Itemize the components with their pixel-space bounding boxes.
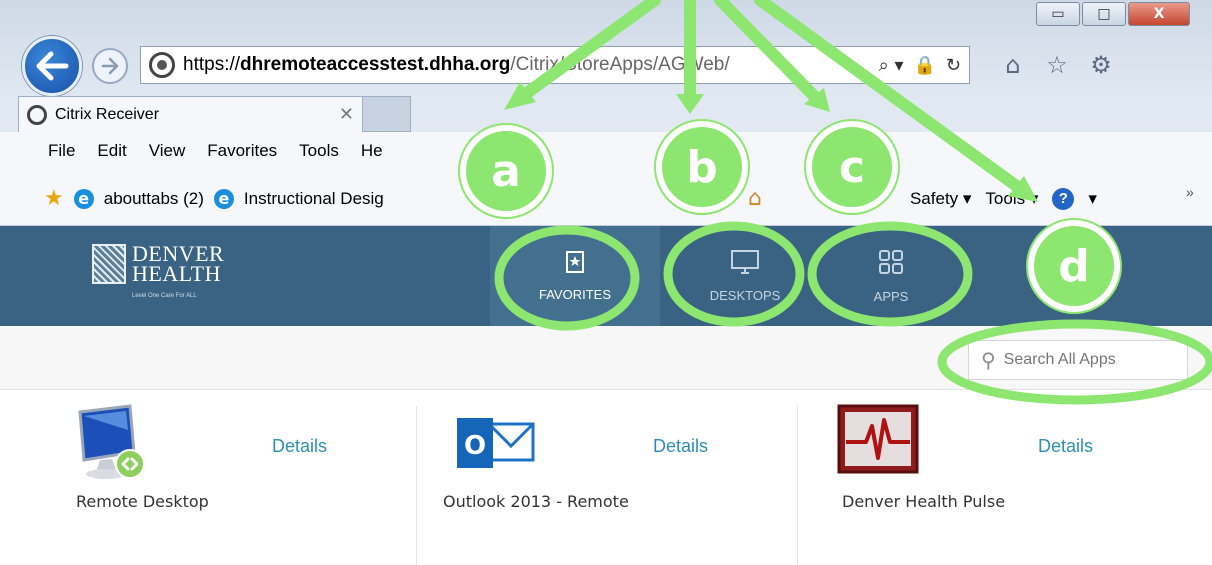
add-favorites-star-icon[interactable]: ★ — [44, 186, 64, 211]
tab-apps[interactable]: APPS — [826, 226, 956, 326]
tab-close-icon[interactable]: ✕ — [339, 104, 354, 125]
annotation-label-b: b — [656, 121, 748, 213]
logo-seal-icon — [92, 244, 126, 284]
apps-grid-icon — [879, 249, 903, 274]
annotation-label-a: a — [460, 125, 552, 217]
command-bar: ⌂ Safety ▾ Tools ▾ ? ▾ — [748, 186, 1097, 211]
url-host: dhremoteaccesstest.dhha.org — [240, 54, 511, 75]
tab-favicon-icon — [27, 104, 47, 125]
remote-desktop-icon — [78, 404, 145, 479]
denver-health-logo: DENVER HEALTH Level One Care For ALL — [92, 243, 224, 306]
details-link[interactable]: Details — [272, 436, 327, 457]
browser-chrome: ▭ □ X https://dhremoteaccesstest.dhha.or… — [0, 0, 1212, 226]
favorite-link-abouttabs[interactable]: abouttabs (2) — [104, 189, 204, 209]
browser-toolbar-icons: ⌂ ☆ ⚙ — [998, 50, 1116, 80]
monitor-icon — [731, 249, 759, 274]
menu-help[interactable]: He — [361, 141, 383, 161]
menu-favorites[interactable]: Favorites — [207, 141, 277, 161]
search-input[interactable] — [1003, 351, 1174, 369]
tab-desktops-label: DESKTOPS — [709, 287, 781, 303]
tab-desktops[interactable]: DESKTOPS — [670, 226, 820, 326]
menu-edit[interactable]: Edit — [97, 141, 126, 161]
menu-bar: File Edit View Favorites Tools He — [0, 132, 1212, 170]
app-tile-remote-desktop[interactable]: Remote Desktop Details — [0, 390, 416, 565]
close-window-button[interactable]: X — [1128, 2, 1190, 26]
ie-page-icon: e — [73, 188, 94, 209]
favorite-link-instructional-design[interactable]: Instructional Desig — [244, 189, 384, 209]
annotation-label-d: d — [1028, 220, 1120, 312]
menu-view[interactable]: View — [149, 141, 186, 161]
address-tools: ⌕ ▾ 🔒 ↻ — [879, 55, 961, 76]
annotation-label-c: c — [806, 121, 898, 213]
address-bar[interactable]: https://dhremoteaccesstest.dhha.org/Citr… — [140, 46, 970, 84]
tab-strip: Citrix Receiver ✕ — [18, 96, 411, 132]
app-name: Remote Desktop — [76, 492, 209, 511]
favorites-items: ★ e abouttabs (2) e Instructional Desig — [44, 186, 384, 211]
app-tile-denver-health-pulse[interactable]: Denver Health Pulse Details — [798, 390, 1212, 565]
address-url[interactable]: https://dhremoteaccesstest.dhha.org/Citr… — [183, 54, 879, 76]
app-name: Denver Health Pulse — [842, 492, 1006, 511]
tab-favorites-label: FAVORITES — [539, 286, 611, 302]
tools-menu[interactable]: Tools ▾ — [985, 189, 1038, 209]
help-icon[interactable]: ? — [1052, 187, 1075, 210]
back-arrow-icon — [36, 51, 69, 81]
new-tab-button[interactable] — [363, 96, 411, 132]
refresh-icon[interactable]: ↻ — [946, 55, 961, 76]
logo-tagline: Level One Care For ALL — [132, 293, 197, 299]
window-controls: ▭ □ X — [1036, 2, 1190, 26]
app-tile-outlook[interactable]: O Outlook 2013 - Remote Details — [417, 390, 797, 565]
tab-citrix-receiver[interactable]: Citrix Receiver ✕ — [18, 96, 363, 132]
app-grid: Remote Desktop Details O Outlook 2013 - … — [0, 390, 1212, 565]
logo-text: DENVER HEALTH Level One Care For ALL — [132, 243, 224, 306]
tab-title: Citrix Receiver — [55, 105, 160, 123]
search-icon: ⚲ — [981, 348, 996, 372]
help-dropdown-icon[interactable]: ▾ — [1088, 189, 1097, 209]
home-icon[interactable]: ⌂ — [748, 186, 762, 211]
favorites-star-icon[interactable]: ☆ — [1042, 50, 1072, 80]
minimize-button[interactable]: ▭ — [1036, 2, 1080, 26]
app-name: Outlook 2013 - Remote — [443, 492, 629, 511]
search-strip: ⚲ — [0, 326, 1212, 390]
forward-arrow-icon — [101, 57, 119, 75]
chevron-more-icon[interactable]: » — [1186, 184, 1194, 200]
svg-text:O: O — [464, 431, 486, 461]
outlook-icon: O — [457, 418, 535, 468]
url-protocol: https:// — [183, 54, 241, 75]
tab-favorites[interactable]: FAVORITES — [490, 226, 660, 326]
logo-line-2: HEALTH — [132, 261, 221, 286]
menu-file[interactable]: File — [48, 141, 75, 161]
search-dropdown-icon[interactable]: ⌕ ▾ — [879, 55, 904, 76]
forward-button[interactable] — [92, 48, 128, 84]
gear-icon[interactable]: ⚙ — [1086, 50, 1116, 80]
lock-icon[interactable]: 🔒 — [913, 55, 935, 76]
details-link[interactable]: Details — [653, 436, 708, 457]
back-button[interactable] — [22, 36, 82, 96]
site-icon — [149, 52, 175, 78]
safety-menu[interactable]: Safety ▾ — [910, 189, 971, 209]
favorites-bar: ★ e abouttabs (2) e Instructional Desig … — [0, 170, 1212, 226]
bookmark-star-icon — [566, 250, 584, 273]
tab-apps-label: APPS — [873, 288, 909, 304]
details-link[interactable]: Details — [1038, 436, 1093, 457]
home-icon[interactable]: ⌂ — [998, 50, 1028, 80]
menu-tools[interactable]: Tools — [299, 141, 339, 161]
pulse-monitor-icon — [837, 404, 919, 474]
url-path: /Citrix/StoreApps/AGWeb/ — [510, 54, 730, 75]
search-box[interactable]: ⚲ — [968, 340, 1188, 380]
ie-page-icon: e — [213, 188, 234, 209]
maximize-button[interactable]: □ — [1082, 2, 1126, 26]
